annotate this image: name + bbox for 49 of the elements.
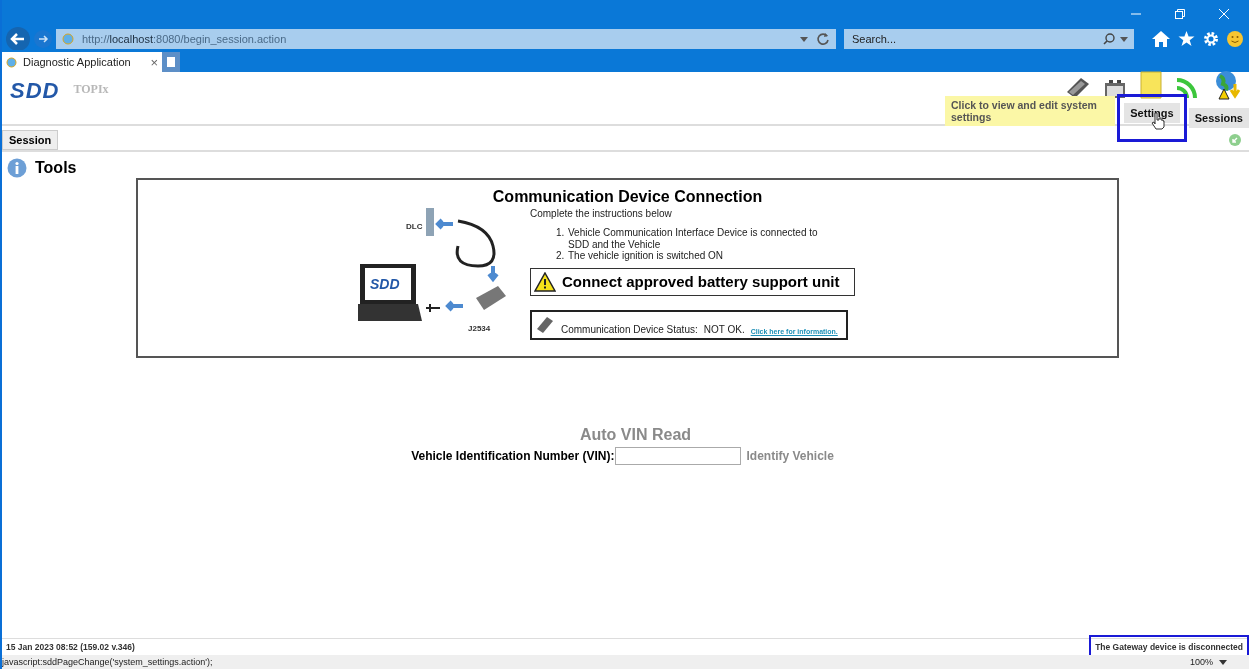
section-heading: Auto VIN Read <box>579 426 692 444</box>
status-value: NOT OK. <box>703 323 745 335</box>
status-label: Communication Device Status: <box>561 323 698 335</box>
globe-warning-icon[interactable] <box>1213 70 1241 100</box>
tab-title: Diagnostic Application <box>23 56 132 68</box>
product-name: TOPIx <box>73 82 109 97</box>
page-title: Tools <box>35 159 77 177</box>
tooltip: Click to view and edit system settings <box>945 96 1115 126</box>
search-icon[interactable] <box>1103 33 1115 45</box>
page-icon <box>6 56 17 68</box>
logo: SDD <box>10 78 60 104</box>
instruction-step: Vehicle Communication Interface Device is connected to SDD and the Vehicle <box>568 227 838 250</box>
new-tab-icon[interactable] <box>162 52 180 72</box>
info-icon <box>7 158 27 178</box>
browser-tab[interactable]: Diagnostic Application × <box>2 52 162 72</box>
address-bar[interactable]: http://localhost:8080/begin_session.action <box>56 29 836 49</box>
diagram-label: J2534 <box>468 324 491 333</box>
close-icon[interactable] <box>1219 9 1229 19</box>
status-url: javascript:sddPageChange('system_settings.action'); <box>2 657 214 667</box>
search-field[interactable]: Search... <box>850 32 1098 46</box>
restore-icon[interactable] <box>1175 9 1185 19</box>
zoom-level[interactable]: 100% <box>1189 657 1213 667</box>
panel-title: Communication Device Connection <box>491 187 764 206</box>
session-tab[interactable]: Session <box>2 130 59 150</box>
settings-button[interactable]: Settings <box>1124 103 1180 123</box>
page-icon <box>62 33 74 45</box>
sessions-button[interactable]: Sessions <box>1188 108 1249 128</box>
forward-icon[interactable] <box>34 30 52 48</box>
star-icon[interactable] <box>1178 31 1195 47</box>
diagram-label: SDD <box>370 276 400 292</box>
device-icon <box>535 314 555 335</box>
close-tab-button[interactable]: × <box>150 54 158 70</box>
refresh-icon[interactable] <box>816 32 830 46</box>
warning-text: Connect approved battery support unit <box>562 273 840 290</box>
home-icon[interactable] <box>1152 31 1170 47</box>
diagram-label: DLC <box>406 222 423 231</box>
back-icon[interactable] <box>6 27 30 51</box>
vin-input[interactable] <box>614 447 741 465</box>
smiley-icon[interactable] <box>1227 31 1243 47</box>
search-bar[interactable]: Search... <box>844 29 1134 49</box>
instructions-intro: Complete the instructions below <box>530 208 673 219</box>
dropdown-icon[interactable] <box>1219 659 1227 665</box>
instruction-step: The vehicle ignition is switched ON <box>568 250 838 262</box>
warning-icon <box>534 271 556 292</box>
step-number: 2. <box>556 250 564 262</box>
vin-label: Vehicle Identification Number (VIN): <box>411 449 615 463</box>
settings-icon[interactable] <box>1203 31 1219 47</box>
step-number: 1. <box>556 227 564 240</box>
timestamp: 15 Jan 2023 08:52 (159.02 v.346) <box>5 642 135 652</box>
